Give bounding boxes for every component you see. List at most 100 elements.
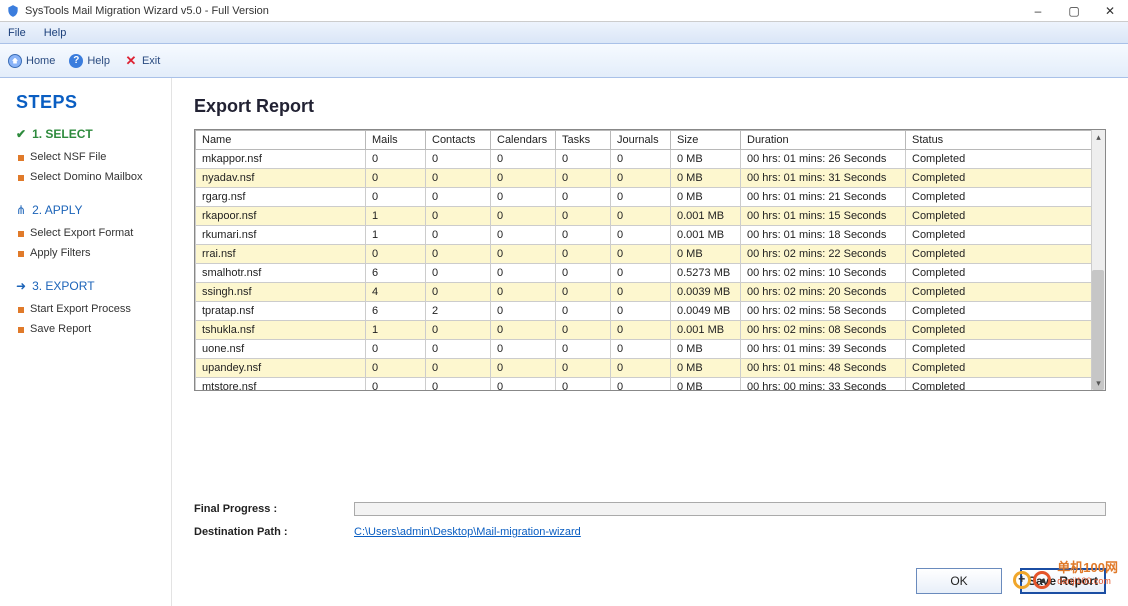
brand-url: danji100.com [1057, 576, 1118, 586]
cell-mails: 1 [366, 207, 426, 226]
cell-mails: 0 [366, 245, 426, 264]
scroll-up-icon[interactable]: ▴ [1092, 130, 1105, 144]
cell-mails: 0 [366, 359, 426, 378]
toolbar-exit-button[interactable]: ✕ Exit [124, 54, 160, 68]
sidebar-item[interactable]: Select NSF File [16, 147, 163, 167]
th-status[interactable]: Status [906, 131, 1105, 150]
th-journals[interactable]: Journals [611, 131, 671, 150]
report-table-wrap: Name Mails Contacts Calendars Tasks Jour… [194, 129, 1106, 391]
cell-calendars: 0 [491, 340, 556, 359]
cell-contacts: 0 [426, 359, 491, 378]
cell-mails: 1 [366, 226, 426, 245]
table-row[interactable]: ssingh.nsf400000.0039 MB00 hrs: 02 mins:… [196, 283, 1105, 302]
sidebar-item[interactable]: Select Domino Mailbox [16, 167, 163, 187]
table-row[interactable]: mtstore.nsf000000 MB00 hrs: 00 mins: 33 … [196, 378, 1105, 392]
sidebar-item[interactable]: Select Export Format [16, 223, 163, 243]
cell-journals: 0 [611, 207, 671, 226]
cell-journals: 0 [611, 188, 671, 207]
cell-duration: 00 hrs: 01 mins: 48 Seconds [741, 359, 906, 378]
cell-calendars: 0 [491, 150, 556, 169]
cell-name: smalhotr.nsf [196, 264, 366, 283]
cell-duration: 00 hrs: 00 mins: 33 Seconds [741, 378, 906, 392]
sidebar-item[interactable]: Save Report [16, 319, 163, 339]
table-row[interactable]: mkappor.nsf000000 MB00 hrs: 01 mins: 26 … [196, 150, 1105, 169]
table-row[interactable]: rkumari.nsf100000.001 MB00 hrs: 01 mins:… [196, 226, 1105, 245]
cell-status: Completed [906, 188, 1105, 207]
cell-tasks: 0 [556, 302, 611, 321]
toolbar-home-label: Home [26, 55, 55, 67]
final-progress-bar [354, 502, 1106, 516]
sidebar-item[interactable]: Apply Filters [16, 243, 163, 263]
cell-journals: 0 [611, 226, 671, 245]
cell-mails: 6 [366, 302, 426, 321]
step-3-head[interactable]: ➜ 3. EXPORT [16, 279, 163, 293]
cell-contacts: 0 [426, 169, 491, 188]
th-mails[interactable]: Mails [366, 131, 426, 150]
cell-name: nyadav.nsf [196, 169, 366, 188]
cell-calendars: 0 [491, 169, 556, 188]
cell-tasks: 0 [556, 283, 611, 302]
cell-calendars: 0 [491, 378, 556, 392]
cell-mails: 0 [366, 169, 426, 188]
cell-tasks: 0 [556, 245, 611, 264]
home-icon [8, 54, 22, 68]
th-tasks[interactable]: Tasks [556, 131, 611, 150]
cell-calendars: 0 [491, 188, 556, 207]
cell-size: 0.001 MB [671, 226, 741, 245]
table-row[interactable]: tpratap.nsf620000.0049 MB00 hrs: 02 mins… [196, 302, 1105, 321]
cell-size: 0.5273 MB [671, 264, 741, 283]
scroll-down-icon[interactable]: ▾ [1092, 376, 1105, 390]
cell-mails: 0 [366, 340, 426, 359]
cell-status: Completed [906, 245, 1105, 264]
help-icon: ? [69, 54, 83, 68]
toolbar-help-button[interactable]: ? Help [69, 54, 110, 68]
cell-tasks: 0 [556, 188, 611, 207]
cell-tasks: 0 [556, 226, 611, 245]
cell-contacts: 0 [426, 283, 491, 302]
toolbar-home-button[interactable]: Home [8, 54, 55, 68]
scroll-thumb[interactable] [1092, 270, 1104, 390]
table-row[interactable]: rrai.nsf000000 MB00 hrs: 02 mins: 22 Sec… [196, 245, 1105, 264]
watermark-brand: 单机100网 danji100.com [1013, 557, 1118, 602]
table-row[interactable]: tshukla.nsf100000.001 MB00 hrs: 02 mins:… [196, 321, 1105, 340]
window-min-button[interactable]: – [1020, 0, 1056, 22]
destination-path-label: Destination Path : [194, 526, 354, 538]
cell-calendars: 0 [491, 359, 556, 378]
step-3-label: 3. EXPORT [32, 279, 94, 293]
table-row[interactable]: smalhotr.nsf600000.5273 MB00 hrs: 02 min… [196, 264, 1105, 283]
window-close-button[interactable]: ✕ [1092, 0, 1128, 22]
ok-button[interactable]: OK [916, 568, 1002, 594]
cell-duration: 00 hrs: 02 mins: 08 Seconds [741, 321, 906, 340]
th-name[interactable]: Name [196, 131, 366, 150]
step-2-head[interactable]: ⋔ 2. APPLY [16, 203, 163, 217]
cell-journals: 0 [611, 321, 671, 340]
th-calendars[interactable]: Calendars [491, 131, 556, 150]
table-row[interactable]: nyadav.nsf000000 MB00 hrs: 01 mins: 31 S… [196, 169, 1105, 188]
cell-contacts: 0 [426, 264, 491, 283]
cell-name: mtstore.nsf [196, 378, 366, 392]
cell-size: 0 MB [671, 169, 741, 188]
table-scrollbar[interactable]: ▴ ▾ [1091, 130, 1105, 390]
th-contacts[interactable]: Contacts [426, 131, 491, 150]
step-1-head[interactable]: ✔ 1. SELECT [16, 127, 163, 141]
cell-duration: 00 hrs: 01 mins: 15 Seconds [741, 207, 906, 226]
cell-journals: 0 [611, 283, 671, 302]
menu-help[interactable]: Help [44, 27, 67, 39]
cell-name: tpratap.nsf [196, 302, 366, 321]
window-max-button[interactable]: ▢ [1056, 0, 1092, 22]
table-row[interactable]: uone.nsf000000 MB00 hrs: 01 mins: 39 Sec… [196, 340, 1105, 359]
brand-name: 单机100网 [1057, 560, 1118, 575]
toolbar: Home ? Help ✕ Exit [0, 44, 1128, 78]
table-row[interactable]: rkapoor.nsf100000.001 MB00 hrs: 01 mins:… [196, 207, 1105, 226]
table-row[interactable]: upandey.nsf000000 MB00 hrs: 01 mins: 48 … [196, 359, 1105, 378]
cell-contacts: 0 [426, 188, 491, 207]
th-size[interactable]: Size [671, 131, 741, 150]
menu-file[interactable]: File [8, 27, 26, 39]
filter-icon: ⋔ [16, 203, 26, 217]
table-row[interactable]: rgarg.nsf000000 MB00 hrs: 01 mins: 21 Se… [196, 188, 1105, 207]
destination-path-link[interactable]: C:\Users\admin\Desktop\Mail-migration-wi… [354, 526, 581, 538]
cell-tasks: 0 [556, 264, 611, 283]
th-duration[interactable]: Duration [741, 131, 906, 150]
cell-name: rkumari.nsf [196, 226, 366, 245]
sidebar-item[interactable]: Start Export Process [16, 299, 163, 319]
